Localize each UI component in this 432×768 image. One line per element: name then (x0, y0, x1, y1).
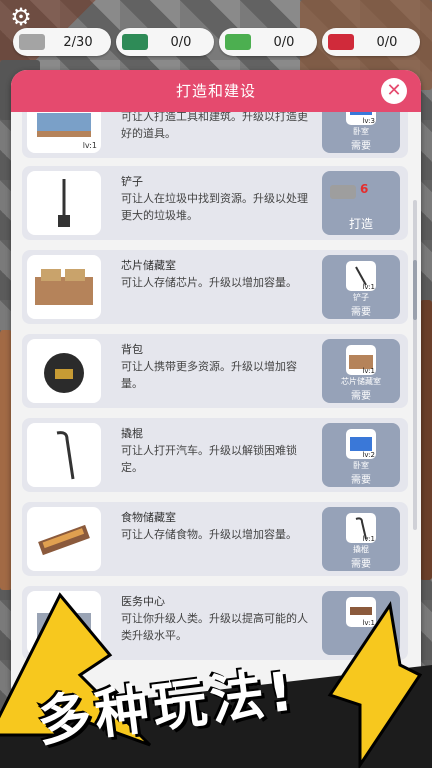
close-icon[interactable]: ✕ (381, 78, 407, 104)
list-item-backpack: 背包 可让人携带更多资源。升级以增加容量。 lv:1 芯片储藏室 需要 (22, 334, 408, 408)
req-name: 卧室 (353, 461, 369, 470)
req-level: lv:1 (362, 367, 375, 375)
item-name: 撬棍 (121, 427, 143, 440)
item-name: 食物储藏室 (121, 511, 176, 524)
item-description: 可让人携带更多资源。升级以增加容量。 (121, 360, 297, 390)
req-level: lv:3 (362, 117, 375, 125)
item-level: lv:1 (82, 141, 97, 150)
craft-label: 打造 (348, 217, 373, 231)
list-item-crowbar: 撬棍 可让人打开汽车。升级以解锁困难锁定。 lv:2 卧室 需要 (22, 418, 408, 492)
requirement-box[interactable]: lv:2 卧室 需要 (322, 423, 400, 487)
item-name: 铲子 (121, 175, 143, 188)
req-need-label: 需要 (351, 475, 371, 486)
parts-count: 0/0 (273, 34, 295, 50)
item-name: 芯片储藏室 (121, 259, 176, 272)
backpack-image (27, 339, 101, 403)
craft-button[interactable]: 6 打造 (322, 171, 400, 235)
chip-count: 0/0 (170, 34, 192, 50)
workbench-image: lv:1 (27, 112, 101, 153)
scrap-metal-icon (330, 185, 356, 199)
parts-icon (225, 34, 251, 50)
resource-meat-counter: 0/0 (322, 28, 420, 56)
chip-icon (122, 34, 148, 50)
req-need-label: 需要 (351, 391, 371, 402)
list-item-shovel: 铲子 可让人在垃圾中找到资源。升级以处理更大的垃圾堆。 6 打造 (22, 166, 408, 240)
req-name: 芯片储藏室 (341, 377, 381, 386)
req-need-label: 需要 (351, 307, 371, 318)
food-storage-image (27, 507, 101, 571)
list-item-food-storage: 食物储藏室 可让人存储食物。升级以增加容量。 lv:1 撬棍 需要 (22, 502, 408, 576)
scrollbar-thumb[interactable] (413, 260, 417, 320)
requirement-box[interactable]: lv:1 铲子 需要 (322, 255, 400, 319)
resource-chip-counter: 0/0 (116, 28, 214, 56)
req-name: 卧室 (353, 127, 369, 136)
shovel-image (27, 171, 101, 235)
scrap-metal-icon (19, 34, 45, 50)
req-need-label: 需要 (351, 141, 371, 152)
item-description: 可让人存储食物。升级以增加容量。 (121, 528, 297, 541)
item-description: 可让人打造工具和建筑。升级以打造更好的道具。 (121, 112, 308, 140)
requirement-box[interactable]: lv:3 卧室 需要 (322, 112, 400, 153)
list-item-chip-storage: 芯片储藏室 可让人存储芯片。升级以增加容量。 lv:1 铲子 需要 (22, 250, 408, 324)
chip-storage-image (27, 255, 101, 319)
crowbar-thumb-icon: lv:1 (346, 513, 376, 543)
crowbar-image (27, 423, 101, 487)
requirement-box[interactable]: lv:1 芯片储藏室 需要 (322, 339, 400, 403)
scrap-count: 2/30 (63, 34, 93, 50)
bedroom-thumb-icon: lv:3 (346, 112, 376, 125)
req-need-label: 需要 (351, 559, 371, 570)
req-level: lv:1 (362, 283, 375, 291)
scrollbar-track[interactable] (413, 200, 417, 530)
req-name: 铲子 (353, 293, 369, 302)
req-name: 撬棍 (353, 545, 369, 554)
shovel-thumb-icon: lv:1 (346, 261, 376, 291)
meat-icon (328, 34, 354, 50)
resource-parts-counter: 0/0 (219, 28, 317, 56)
resource-scrap-counter: 2/30 (13, 28, 111, 56)
item-name: 背包 (121, 343, 143, 356)
bedroom-thumb-icon: lv:2 (346, 429, 376, 459)
chip-storage-thumb-icon: lv:1 (346, 345, 376, 375)
settings-gear-icon[interactable]: ⚙ (8, 4, 34, 30)
requirement-box[interactable]: lv:1 撬棍 需要 (322, 507, 400, 571)
item-description: 可让人打开汽车。升级以解锁困难锁定。 (121, 444, 297, 474)
meat-count: 0/0 (376, 34, 398, 50)
list-item-workbench: lv:1 可让人打造工具和建筑。升级以打造更好的道具。 lv:3 卧室 需要 (22, 112, 408, 158)
panel-title: 打造和建设 (11, 70, 421, 112)
req-level: lv:1 (362, 535, 375, 543)
req-level: lv:2 (362, 451, 375, 459)
item-description: 可让人在垃圾中找到资源。升级以处理更大的垃圾堆。 (121, 192, 308, 222)
craft-cost: 6 (360, 182, 369, 196)
item-description: 可让人存储芯片。升级以增加容量。 (121, 276, 297, 289)
